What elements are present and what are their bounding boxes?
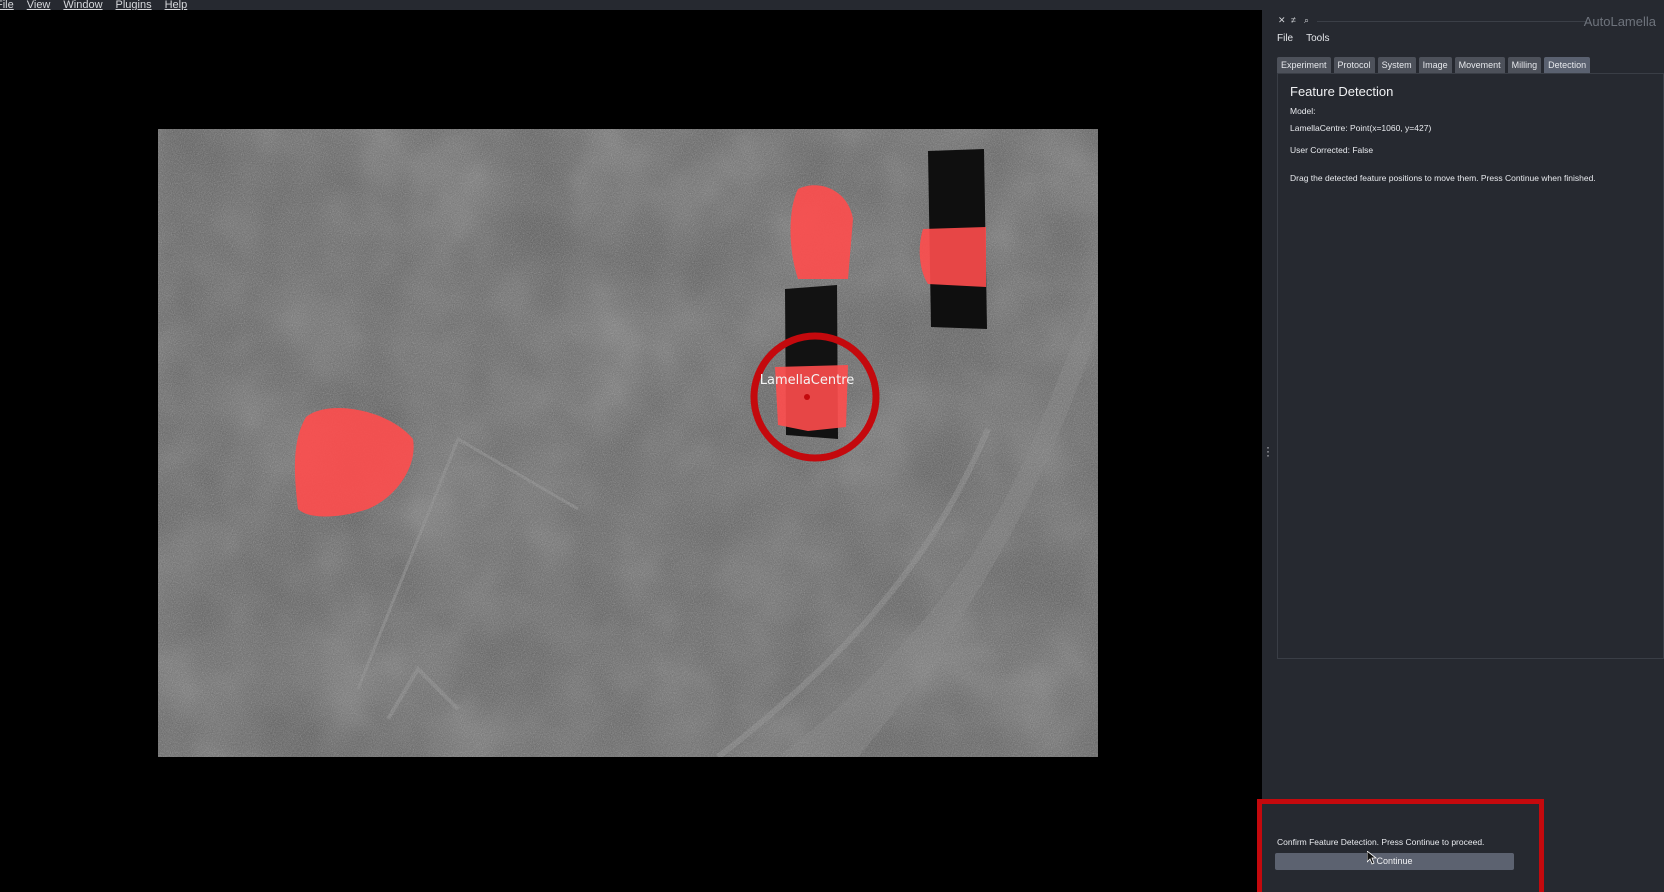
dock-menubar: File Tools [1277,33,1329,44]
tab-movement[interactable]: Movement [1454,57,1505,73]
menu-help[interactable]: Help [165,0,188,11]
menu-plugins[interactable]: Plugins [116,0,152,11]
detection-panel: Feature Detection Model: LamellaCentre: … [1277,73,1664,659]
panel-title: Feature Detection [1290,84,1394,99]
dock-titlebar: ✕ ≠ ⌕ AutoLamella [1262,10,1664,32]
model-label: Model: [1290,106,1316,116]
titlebar-divider [1317,21,1587,22]
float-icon[interactable]: ≠ [1291,15,1296,25]
menu-window[interactable]: Window [63,0,102,11]
menu-view[interactable]: View [27,0,51,11]
mouse-cursor-icon [1367,851,1377,865]
menu-file[interactable]: File [0,0,14,11]
tab-milling[interactable]: Milling [1507,57,1542,73]
sem-image[interactable]: LamellaCentre [158,129,1098,757]
splitter-grip-icon[interactable]: · · · [1266,441,1270,461]
feature-label: LamellaCentre [760,373,855,388]
instructions-text: Drag the detected feature positions to m… [1290,173,1596,183]
tab-detection[interactable]: Detection [1544,57,1591,73]
tab-image[interactable]: Image [1418,57,1452,73]
status-message: Confirm Feature Detection. Press Continu… [1277,837,1485,847]
tab-bar: Experiment Protocol System Image Movemen… [1277,57,1591,73]
status-highlight: Confirm Feature Detection. Press Continu… [1257,799,1544,892]
autolamella-dock: ✕ ≠ ⌕ AutoLamella File Tools Experiment … [1262,10,1664,892]
feature-info: LamellaCentre: Point(x=1060, y=427) [1290,123,1432,133]
dock-menu-tools[interactable]: Tools [1306,33,1329,44]
dock-menu-file[interactable]: File [1277,33,1293,44]
user-corrected-label: User Corrected: False [1290,145,1374,155]
mask-landing [919,227,986,287]
mask-needle [790,185,853,279]
tab-protocol[interactable]: Protocol [1333,57,1375,73]
sem-image-svg: LamellaCentre [158,129,1098,757]
dock-title: AutoLamella [1583,14,1656,29]
search-icon[interactable]: ⌕ [1304,15,1309,26]
tab-system[interactable]: System [1377,57,1416,73]
main-menubar: File View Window Plugins Help [0,0,1664,11]
tab-experiment[interactable]: Experiment [1277,57,1331,73]
continue-button[interactable]: Continue [1275,853,1514,870]
close-icon[interactable]: ✕ [1278,15,1286,26]
lamella-centre-point[interactable] [804,394,810,400]
